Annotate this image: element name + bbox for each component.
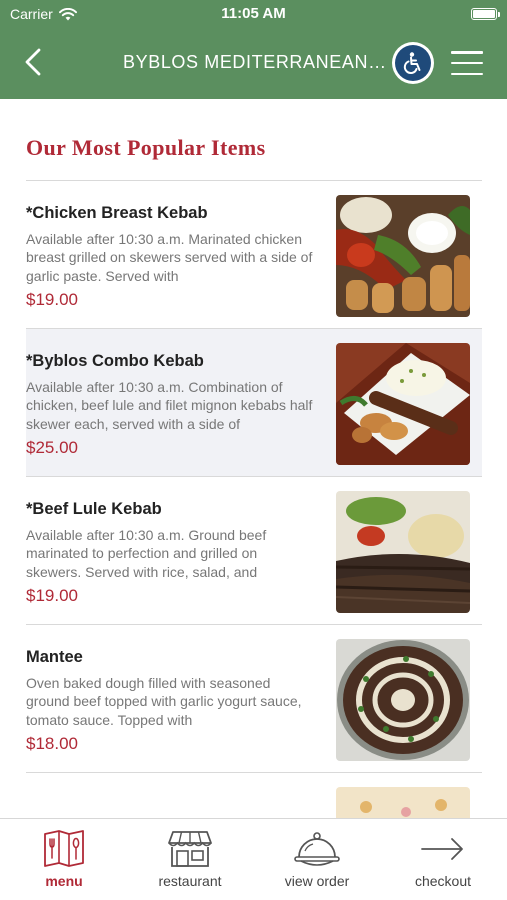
item-description: Oven baked dough filled with seasoned gr… <box>26 675 302 728</box>
item-price: $19.00 <box>26 290 78 309</box>
tab-label: view order <box>284 873 350 889</box>
tab-label: checkout <box>414 873 472 889</box>
item-price: $25.00 <box>26 438 78 457</box>
tab-checkout[interactable]: checkout <box>380 819 506 900</box>
tab-bar: menu restaurant view order checkout <box>0 818 507 900</box>
status-bar: Carrier 11:05 AM <box>0 0 507 28</box>
chevron-left-icon <box>25 48 41 76</box>
item-name: *Byblos Combo Kebab <box>26 352 204 370</box>
battery-icon <box>471 8 500 20</box>
hamburger-menu-button[interactable] <box>449 48 485 78</box>
arrow-right-icon <box>421 838 463 860</box>
item-photo <box>336 639 470 761</box>
item-name: Mantee <box>26 648 83 666</box>
tab-label: restaurant <box>158 873 222 889</box>
section-title: Our Most Popular Items <box>26 135 266 160</box>
hamburger-line <box>451 72 483 75</box>
storefront-icon <box>168 831 212 867</box>
status-time: 11:05 AM <box>221 5 286 22</box>
menu-item[interactable]: Mantee Oven baked dough filled with seas… <box>26 625 482 772</box>
accessibility-button[interactable] <box>392 42 434 84</box>
page-title: BYBLOS MEDITERRANEAN B... <box>123 52 388 72</box>
menu-item[interactable]: *Beef Lule Kebab Available after 10:30 a… <box>26 477 482 624</box>
tab-view-order[interactable]: view order <box>254 819 380 900</box>
tab-menu[interactable]: menu <box>1 819 127 900</box>
item-photo <box>336 787 470 818</box>
item-price: $19.00 <box>26 586 78 605</box>
menu-book-icon <box>44 830 84 867</box>
menu-item[interactable]: *Byblos Combo Kebab Available after 10:3… <box>26 329 482 476</box>
item-name: *Chicken Breast Kebab <box>26 204 208 222</box>
menu-list[interactable]: Our Most Popular Items *Chicken Breast K… <box>0 99 507 818</box>
item-description: Available after 10:30 a.m. Combination o… <box>26 379 313 432</box>
wheelchair-icon <box>403 52 421 75</box>
nav-bar: BYBLOS MEDITERRANEAN B... <box>0 28 507 99</box>
back-button[interactable] <box>18 44 48 80</box>
item-name: *Beef Lule Kebab <box>26 500 162 518</box>
item-price: $18.00 <box>26 734 78 753</box>
app-header: Carrier 11:05 AM BYBLOS MEDITERRANEAN B.… <box>0 0 507 99</box>
item-description: Available after 10:30 a.m. Marinated chi… <box>26 231 313 284</box>
menu-item[interactable] <box>26 773 482 818</box>
tab-restaurant[interactable]: restaurant <box>127 819 253 900</box>
hamburger-line <box>451 51 483 54</box>
item-photo <box>336 195 470 317</box>
item-description: Available after 10:30 a.m. Ground beef m… <box>26 527 267 580</box>
hamburger-line <box>451 61 483 65</box>
item-photo <box>336 343 470 465</box>
menu-item[interactable]: *Chicken Breast Kebab Available after 10… <box>26 181 482 328</box>
cloche-icon <box>294 832 340 866</box>
tab-label: menu <box>45 873 83 889</box>
item-photo <box>336 491 470 613</box>
